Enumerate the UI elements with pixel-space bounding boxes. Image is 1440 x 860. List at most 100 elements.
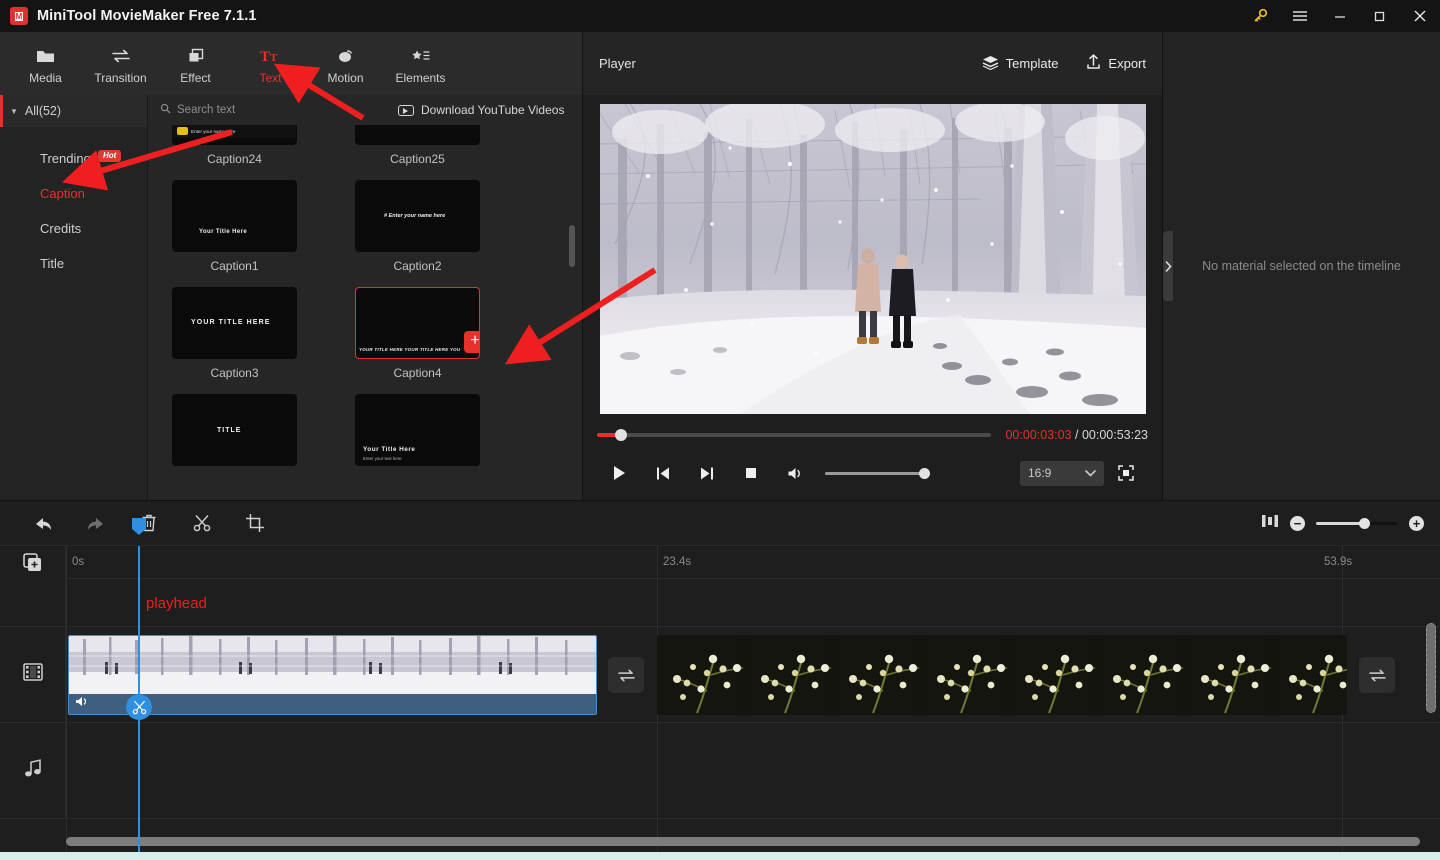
template-thumbnail[interactable]: YOUR TITLE HERE (172, 287, 297, 359)
text-track-header[interactable] (0, 579, 66, 627)
redo-button[interactable] (69, 506, 122, 540)
folder-icon (36, 46, 55, 66)
template-card[interactable]: Caption25 (355, 125, 480, 166)
stop-button[interactable] (729, 458, 773, 488)
add-transition-button-2[interactable] (1359, 657, 1395, 693)
template-card[interactable]: # Enter your name here Caption2 (355, 180, 480, 273)
play-button[interactable] (597, 458, 641, 488)
app-logo-letter: M (16, 12, 23, 21)
export-button[interactable]: Export (1086, 54, 1146, 73)
video-track-header[interactable] (0, 627, 66, 723)
volume-slider[interactable] (825, 472, 925, 475)
template-card-selected[interactable]: YOUR TITLE HERE YOUR TITLE HERE YOU + Ca… (355, 287, 480, 380)
template-preview-text: YOUR TITLE HERE (191, 319, 271, 326)
tab-effect-label: Effect (180, 71, 210, 85)
chevron-down-icon: ▼ (10, 107, 18, 116)
split-at-playhead-button[interactable] (126, 694, 152, 720)
template-name: Caption3 (172, 366, 297, 380)
seek-bar[interactable] (597, 433, 991, 437)
key-icon[interactable] (1240, 0, 1280, 32)
tab-elements[interactable]: Elements (383, 43, 458, 85)
category-item-credits[interactable]: Credits (0, 211, 147, 246)
delete-button[interactable] (122, 506, 175, 540)
video-track-lane[interactable] (66, 627, 1440, 723)
undo-button[interactable] (16, 506, 69, 540)
seek-row: 00:00:03:03 / 00:00:53:23 (597, 415, 1148, 455)
category-list: Trending Hot Caption Credits Title (0, 127, 147, 281)
template-preview-text: # Enter your name here (384, 213, 445, 219)
template-button[interactable]: Template (982, 55, 1059, 73)
add-template-button[interactable]: + (464, 331, 480, 353)
collapse-panel-button[interactable] (1163, 231, 1173, 301)
tab-motion[interactable]: Motion (308, 43, 383, 85)
layers-icon (187, 46, 205, 66)
fit-to-timeline-icon[interactable] (1261, 513, 1279, 534)
close-icon[interactable] (1400, 0, 1440, 32)
aspect-ratio-select[interactable]: 16:9 (1020, 461, 1104, 486)
tab-text[interactable]: TT Text (233, 43, 308, 85)
crop-button[interactable] (228, 506, 281, 540)
template-preview-subtext: Enter your text here (363, 456, 402, 461)
category-item-caption[interactable]: Caption (0, 176, 147, 211)
fullscreen-button[interactable] (1104, 458, 1148, 488)
add-media-button[interactable] (0, 546, 66, 579)
category-item-title[interactable]: Title (0, 246, 147, 281)
template-card[interactable]: YOUR TITLE HERE Caption3 (172, 287, 297, 380)
seek-handle[interactable] (615, 429, 627, 441)
audio-track-lane[interactable] (66, 723, 1440, 819)
template-card[interactable]: Enter your name here Caption24 (172, 125, 297, 166)
player-panel: Player Template Export (583, 32, 1163, 500)
zoom-out-button[interactable]: − (1290, 516, 1305, 531)
template-thumbnail[interactable]: Your Title Here (172, 180, 297, 252)
tab-motion-label: Motion (327, 71, 363, 85)
download-youtube-label: Download YouTube Videos (421, 103, 564, 117)
volume-icon[interactable] (773, 458, 817, 488)
timeline-vertical-scrollbar[interactable] (1426, 623, 1436, 713)
template-thumbnail[interactable]: Enter your name here (172, 125, 297, 145)
template-card[interactable]: TITLE (172, 394, 297, 466)
zoom-slider-handle[interactable] (1359, 518, 1370, 529)
clip-thumbnail-strip (657, 635, 1347, 715)
timeline-clip-video-2[interactable] (657, 635, 1347, 715)
search-input[interactable]: Search text (148, 103, 370, 117)
track-headers (0, 579, 66, 852)
template-thumbnail[interactable]: # Enter your name here (355, 180, 480, 252)
clip-volume-icon[interactable] (75, 695, 90, 713)
tab-transition[interactable]: Transition (83, 43, 158, 85)
hamburger-menu-icon[interactable] (1280, 0, 1320, 32)
star-list-icon (411, 46, 431, 66)
video-preview[interactable] (600, 104, 1146, 414)
template-thumbnail[interactable]: TITLE (172, 394, 297, 466)
gallery-scrollbar[interactable] (569, 225, 575, 267)
next-frame-button[interactable] (685, 458, 729, 488)
template-card[interactable]: Your Title Here Caption1 (172, 180, 297, 273)
zoom-slider[interactable] (1316, 522, 1398, 525)
add-transition-button-1[interactable] (608, 657, 644, 693)
player-controls: 00:00:03:03 / 00:00:53:23 (583, 415, 1162, 500)
text-track-lane[interactable] (66, 579, 1440, 627)
template-thumbnail[interactable]: YOUR TITLE HERE YOUR TITLE HERE YOU + (355, 287, 480, 359)
category-item-trending[interactable]: Trending Hot (0, 141, 147, 176)
minimize-icon[interactable] (1320, 0, 1360, 32)
template-card[interactable]: Your Title Here Enter your text here (355, 394, 480, 466)
tab-media[interactable]: Media (8, 43, 83, 85)
template-thumbnail[interactable]: Your Title Here Enter your text here (355, 394, 480, 466)
template-thumbnail[interactable] (355, 125, 480, 145)
tab-elements-label: Elements (395, 71, 445, 85)
empty-state-message: No material selected on the timeline (1202, 259, 1401, 273)
upper-area: Media Transition Effect TT (0, 32, 1440, 500)
category-all[interactable]: ▼ All(52) (0, 95, 147, 127)
tab-effect[interactable]: Effect (158, 43, 233, 85)
maximize-icon[interactable] (1360, 0, 1400, 32)
template-preview-text: Your Title Here (199, 229, 247, 235)
svg-text:T: T (270, 52, 278, 64)
zoom-in-button[interactable]: + (1409, 516, 1424, 531)
audio-track-header[interactable] (0, 723, 66, 819)
volume-handle[interactable] (919, 468, 930, 479)
previous-frame-button[interactable] (641, 458, 685, 488)
timeline-ruler[interactable]: 0s 23.4s 53.9s (66, 546, 1440, 579)
download-youtube-button[interactable]: Download YouTube Videos (398, 103, 564, 117)
split-button[interactable] (175, 506, 228, 540)
time-display: 00:00:03:03 / 00:00:53:23 (1005, 428, 1148, 442)
timeline-horizontal-scrollbar[interactable] (66, 837, 1420, 846)
